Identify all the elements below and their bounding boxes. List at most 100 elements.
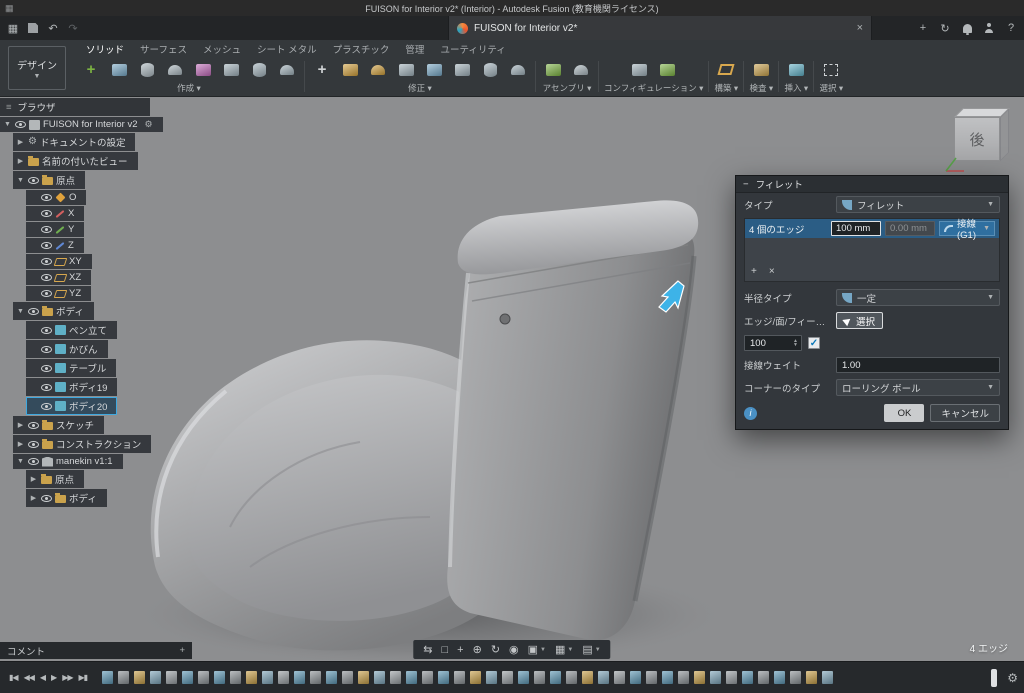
move-copy-button[interactable]: + bbox=[310, 58, 334, 82]
split-body-button[interactable] bbox=[450, 58, 474, 82]
expand-arrow-icon[interactable]: ▶ bbox=[29, 475, 38, 483]
window-menu-icon[interactable]: ▦ bbox=[5, 3, 14, 14]
timeline-feature-icon[interactable] bbox=[534, 671, 545, 684]
offset-face-button[interactable] bbox=[478, 58, 502, 82]
select-tool-button[interactable] bbox=[819, 58, 843, 82]
timeline-feature-icon[interactable] bbox=[310, 671, 321, 684]
timeline-feature-icon[interactable] bbox=[390, 671, 401, 684]
pan-tool-icon[interactable]: + bbox=[457, 644, 463, 656]
timeline-feature-icon[interactable] bbox=[294, 671, 305, 684]
add-edge-set-button[interactable]: + bbox=[751, 266, 757, 277]
timeline-feature-icon[interactable] bbox=[262, 671, 273, 684]
expand-arrow-icon[interactable]: ▶ bbox=[16, 138, 25, 146]
browser-row-manekin v1:1[interactable]: ▼manekin v1:1 bbox=[13, 454, 123, 469]
timeline-feature-icon[interactable] bbox=[598, 671, 609, 684]
create-torus-button[interactable] bbox=[275, 58, 299, 82]
fit-view-icon[interactable]: □ bbox=[442, 644, 449, 656]
tangent-weight-input[interactable]: 1.00 bbox=[836, 357, 1000, 373]
timeline-feature-icon[interactable] bbox=[182, 671, 193, 684]
timeline-feature-icon[interactable] bbox=[102, 671, 113, 684]
configuration-table-button[interactable] bbox=[628, 58, 652, 82]
look-at-tool-icon[interactable]: ◉ bbox=[509, 643, 519, 656]
viewcube[interactable]: 後 bbox=[942, 101, 1018, 177]
help-icon[interactable]: ? bbox=[1002, 19, 1020, 37]
browser-row-FUISON for Interior v2[interactable]: ▼FUISON for Interior v2⚙ bbox=[0, 117, 163, 132]
create-cylinder-button[interactable] bbox=[135, 58, 159, 82]
spinner-icon[interactable]: ▲▼ bbox=[793, 339, 798, 347]
timeline-feature-icon[interactable] bbox=[518, 671, 529, 684]
collapse-arrow-icon[interactable]: ▼ bbox=[16, 177, 25, 184]
timeline-feature-icon[interactable] bbox=[662, 671, 673, 684]
create-sphere-button[interactable] bbox=[163, 58, 187, 82]
browser-row-かびん[interactable]: かびん bbox=[26, 340, 108, 358]
ribbon-tab-サーフェス[interactable]: サーフェス bbox=[140, 42, 187, 56]
ok-button[interactable]: OK bbox=[884, 404, 924, 422]
browser-row-ボディ[interactable]: ▼ボディ bbox=[13, 302, 94, 320]
close-tab-icon[interactable]: × bbox=[857, 22, 863, 34]
timeline-feature-icon[interactable] bbox=[582, 671, 593, 684]
timeline-feature-icon[interactable] bbox=[694, 671, 705, 684]
visibility-eye-icon[interactable] bbox=[41, 258, 52, 265]
ribbon-group-label[interactable]: 選択 ▾ bbox=[820, 82, 844, 96]
measure-button[interactable] bbox=[749, 58, 773, 82]
timeline-feature-icon[interactable] bbox=[630, 671, 641, 684]
timeline-feature-icon[interactable] bbox=[774, 671, 785, 684]
browser-row-O[interactable]: O bbox=[26, 190, 86, 205]
timeline-feature-icon[interactable] bbox=[502, 671, 513, 684]
insert-button[interactable] bbox=[784, 58, 808, 82]
visibility-eye-icon[interactable] bbox=[15, 121, 26, 128]
browser-row-原点[interactable]: ▶原点 bbox=[26, 470, 84, 488]
timeline-feature-icon[interactable] bbox=[374, 671, 385, 684]
timeline-feature-icon[interactable] bbox=[822, 671, 833, 684]
visibility-eye-icon[interactable] bbox=[28, 177, 39, 184]
timeline-feature-icon[interactable] bbox=[726, 671, 737, 684]
browser-row-ペン立て[interactable]: ペン立て bbox=[26, 321, 117, 339]
collapse-dialog-icon[interactable]: − bbox=[743, 179, 749, 190]
combine-button[interactable] bbox=[422, 58, 446, 82]
profile-icon[interactable] bbox=[980, 19, 998, 37]
ribbon-tab-メッシュ[interactable]: メッシュ bbox=[203, 42, 241, 56]
new-component-button[interactable]: + bbox=[79, 58, 103, 82]
visibility-eye-icon[interactable] bbox=[28, 458, 39, 465]
browser-row-X[interactable]: X bbox=[26, 206, 84, 221]
timeline-feature-icon[interactable] bbox=[806, 671, 817, 684]
continuity-select[interactable]: 接線(G1) ▼ bbox=[939, 221, 995, 236]
browser-row-スケッチ[interactable]: ▶スケッチ bbox=[13, 416, 104, 434]
timeline-playhead[interactable] bbox=[991, 669, 997, 687]
timeline-feature-icon[interactable] bbox=[678, 671, 689, 684]
fillet-type-select[interactable]: フィレット ▼ bbox=[836, 196, 1000, 213]
workspace-switcher[interactable]: デザイン ▼ bbox=[8, 46, 66, 90]
job-status-icon[interactable]: ↻ bbox=[936, 19, 954, 37]
ribbon-tab-シート メタル[interactable]: シート メタル bbox=[257, 42, 317, 56]
visibility-eye-icon[interactable] bbox=[28, 422, 39, 429]
notification-bell-icon[interactable] bbox=[958, 19, 976, 37]
browser-row-ボディ[interactable]: ▶ボディ bbox=[26, 489, 107, 507]
timeline-feature-icon[interactable] bbox=[230, 671, 241, 684]
ribbon-group-label[interactable]: 検査 ▾ bbox=[750, 82, 774, 96]
viewport-layout-icon[interactable]: ▤▼ bbox=[582, 643, 600, 656]
apps-grid-icon[interactable]: ▦ bbox=[4, 19, 22, 37]
browser-row-Z[interactable]: Z bbox=[26, 238, 84, 253]
assembly-new-component-button[interactable] bbox=[541, 58, 565, 82]
fillet-radius-input[interactable]: 100 ▲▼ bbox=[744, 335, 802, 351]
timeline-feature-icon[interactable] bbox=[614, 671, 625, 684]
edge-set-row[interactable]: 4 個のエッジ 100 mm 0.00 mm 接線(G1) ▼ bbox=[745, 219, 999, 238]
visibility-eye-icon[interactable] bbox=[41, 346, 52, 353]
timeline-feature-icon[interactable] bbox=[454, 671, 465, 684]
timeline-feature-icon[interactable] bbox=[278, 671, 289, 684]
timeline-feature-icon[interactable] bbox=[326, 671, 337, 684]
timeline-feature-icon[interactable] bbox=[358, 671, 369, 684]
3d-viewport[interactable]: ≡ ブラウザ ▼FUISON for Interior v2⚙▶⚙ドキュメントの… bbox=[0, 97, 1024, 661]
browser-row-ドキュメントの設定[interactable]: ▶⚙ドキュメントの設定 bbox=[13, 133, 135, 151]
cancel-button[interactable]: キャンセル bbox=[930, 404, 1000, 422]
browser-row-Y[interactable]: Y bbox=[26, 222, 84, 237]
browser-row-テーブル[interactable]: テーブル bbox=[26, 359, 116, 377]
ribbon-tab-ソリッド[interactable]: ソリッド bbox=[86, 42, 124, 56]
fillet-dialog-header[interactable]: − フィレット bbox=[736, 176, 1008, 193]
timeline-feature-icon[interactable] bbox=[118, 671, 129, 684]
ribbon-tab-プラスチック[interactable]: プラスチック bbox=[333, 42, 390, 56]
create-pipe-button[interactable] bbox=[247, 58, 271, 82]
edge-depth-field[interactable]: 0.00 mm bbox=[885, 221, 935, 236]
align-button[interactable] bbox=[506, 58, 530, 82]
play-icon[interactable]: ▶ bbox=[48, 673, 59, 682]
